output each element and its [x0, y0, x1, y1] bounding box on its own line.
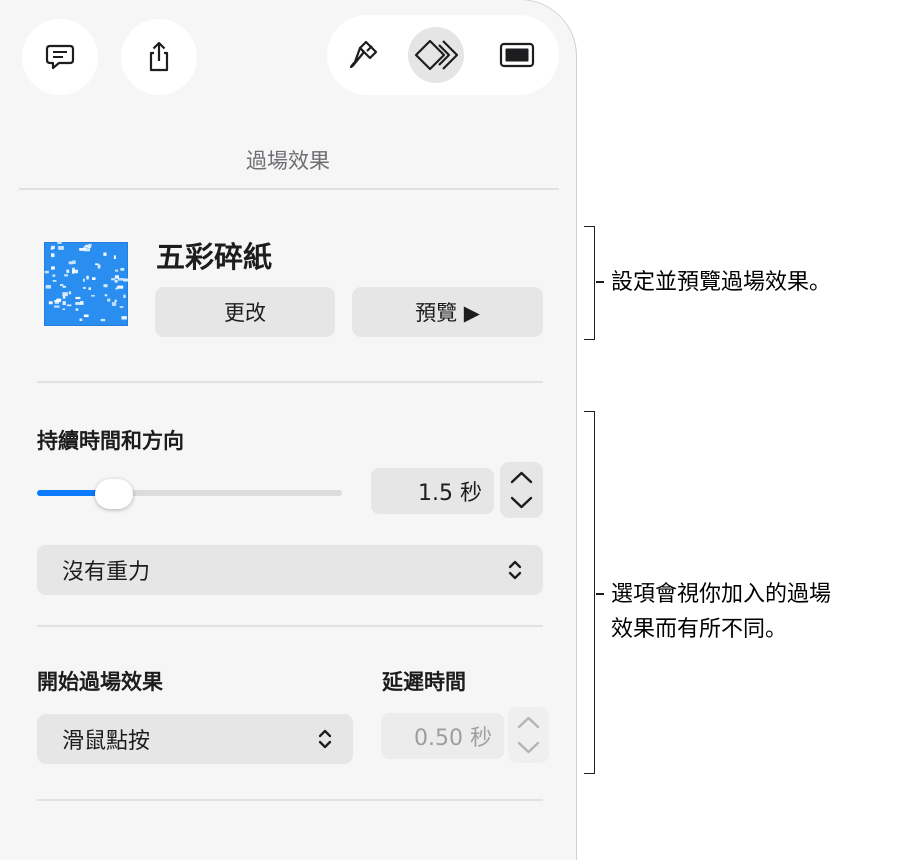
preview-button[interactable]: 預覽 ▶: [352, 287, 543, 337]
start-transition-label: 開始過場效果: [37, 670, 163, 694]
animate-tab-button[interactable]: [408, 27, 464, 83]
delay-stepper[interactable]: [508, 707, 549, 763]
document-tab-button[interactable]: [489, 27, 545, 83]
chevron-up-down-icon: [318, 729, 332, 749]
format-brush-icon: [349, 40, 378, 69]
format-tab-button[interactable]: [335, 27, 391, 83]
divider: [19, 188, 559, 190]
divider: [37, 799, 543, 801]
document-icon: [499, 42, 535, 68]
callout-bracket: [584, 226, 595, 340]
stepper-arrows-icon: [510, 471, 533, 509]
animate-icon: [414, 39, 459, 71]
duration-slider-knob[interactable]: [95, 479, 133, 509]
change-transition-button[interactable]: 更改: [155, 287, 335, 337]
delay-label: 延遲時間: [382, 670, 466, 694]
confetti-thumbnail: [44, 242, 128, 326]
callout-bracket: [584, 411, 595, 774]
start-transition-select-value: 滑鼠點按: [62, 729, 151, 754]
divider: [37, 381, 543, 383]
delay-value-field[interactable]: 0.50 秒: [381, 713, 504, 759]
divider: [37, 625, 543, 627]
transition-name: 五彩碎紙: [156, 240, 273, 274]
callout-bottom-line1: 選項會視你加入的過場: [611, 582, 832, 607]
comment-icon: [45, 44, 75, 70]
duration-value-field[interactable]: 1.5 秒: [371, 468, 494, 514]
callout-line: [596, 593, 604, 595]
inspector-panel: 過場效果 五彩碎紙 更改 預覽 ▶ 持續時間和方向 1.5 秒 沒有重力 開始過…: [0, 0, 576, 860]
chevron-up-down-icon: [508, 560, 522, 580]
share-button[interactable]: [121, 19, 197, 95]
callout-bottom-line2: 效果而有所不同。: [611, 617, 788, 642]
gravity-select[interactable]: 沒有重力: [37, 545, 543, 595]
callout-line: [596, 281, 604, 283]
duration-stepper[interactable]: [500, 462, 543, 518]
start-transition-select[interactable]: 滑鼠點按: [37, 714, 353, 764]
gravity-select-value: 沒有重力: [62, 560, 151, 585]
duration-slider-track[interactable]: [37, 490, 342, 496]
share-icon: [149, 41, 169, 72]
duration-label: 持續時間和方向: [37, 429, 184, 453]
callout-top: 設定並預覽過場效果。: [611, 270, 832, 295]
comment-button[interactable]: [22, 19, 98, 95]
inspector-tab-group: [327, 15, 559, 95]
panel-heading: 過場效果: [246, 149, 330, 173]
stepper-arrows-icon: [517, 716, 540, 754]
